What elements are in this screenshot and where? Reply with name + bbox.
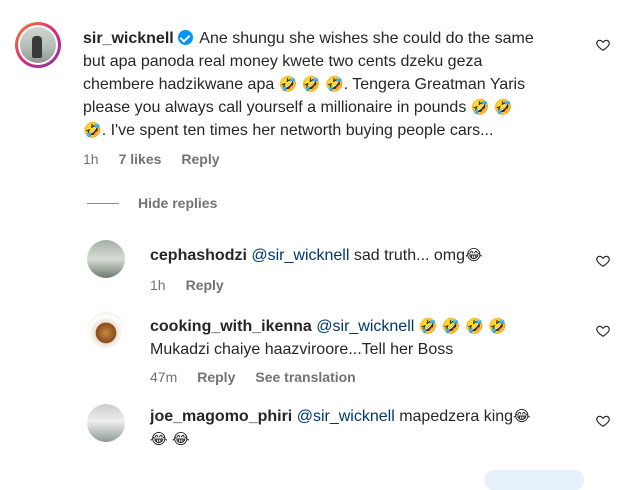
- reply-button[interactable]: Reply: [181, 151, 219, 167]
- comment-line-1: Ane shungu she wishes she could do the s…: [199, 30, 534, 47]
- likes-count[interactable]: 7 likes: [119, 151, 162, 167]
- comment-time: 1h: [83, 151, 99, 167]
- reply-text: Mukadzi chaiye haazviroore...Tell her Bo…: [150, 341, 454, 358]
- mention-link[interactable]: @sir_wicknell: [297, 408, 395, 425]
- reply-time: 47m: [150, 369, 178, 385]
- rofl-emoji: 🤣: [324, 75, 344, 93]
- main-comment-meta: 1h 7 likes Reply: [83, 151, 240, 167]
- rofl-emoji: 🤣: [470, 98, 490, 116]
- heart-icon[interactable]: [596, 38, 610, 52]
- mention-link[interactable]: @sir_wicknell: [251, 247, 349, 264]
- reply-button[interactable]: Reply: [197, 369, 235, 385]
- joy-emoji: 😂: [150, 430, 168, 448]
- reply-body: cephashodzi @sir_wicknell sad truth... o…: [150, 244, 570, 267]
- rofl-emoji: 🤣: [83, 121, 102, 139]
- heart-icon[interactable]: [596, 254, 610, 268]
- comment-line-2: but apa panoda real money kwete two cent…: [83, 53, 483, 70]
- comment-line-6: . I've spent ten times her networth buyi…: [101, 122, 494, 139]
- avatar-sir-wicknell[interactable]: [15, 22, 61, 68]
- main-comment-body: sir_wicknell Ane shungu she wishes she c…: [83, 27, 583, 142]
- rofl-emoji: 🤣: [493, 98, 513, 116]
- avatar-cooking-with-ikenna[interactable]: [87, 312, 125, 350]
- username[interactable]: cephashodzi: [150, 247, 247, 264]
- joy-emoji: 😂: [171, 430, 190, 448]
- avatar-cephashodzi[interactable]: [87, 240, 125, 278]
- comment-line-5: please you always call yourself a millio…: [83, 99, 467, 116]
- reply-meta: 1h Reply: [150, 277, 244, 293]
- avatar-joe-magomo-phiri[interactable]: [87, 404, 125, 442]
- rofl-emoji: 🤣: [418, 317, 438, 335]
- username[interactable]: cooking_with_ikenna: [150, 318, 312, 335]
- comment-line-3: chembere hadzikwane apa: [83, 76, 275, 93]
- heart-icon[interactable]: [596, 324, 610, 338]
- joy-emoji: 😂: [465, 246, 483, 264]
- verified-badge-icon: [177, 30, 193, 45]
- rofl-emoji: 🤣: [465, 317, 484, 335]
- reply-button[interactable]: Reply: [186, 277, 224, 293]
- reply-time: 1h: [150, 277, 166, 293]
- heart-icon[interactable]: [596, 414, 610, 428]
- comment-line-4: . Tengera Greatman Yaris: [343, 76, 526, 93]
- rofl-emoji: 🤣: [441, 317, 461, 335]
- mention-link[interactable]: @sir_wicknell: [316, 318, 414, 335]
- rofl-emoji: 🤣: [278, 75, 298, 93]
- reply-meta: 47m Reply See translation: [150, 369, 376, 385]
- hide-replies-button[interactable]: Hide replies: [138, 195, 217, 211]
- see-translation-button[interactable]: See translation: [255, 369, 355, 385]
- username[interactable]: sir_wicknell: [83, 30, 174, 47]
- username[interactable]: joe_magomo_phiri: [150, 408, 292, 425]
- reply-text: sad truth... omg: [353, 247, 466, 264]
- rofl-emoji: 🤣: [488, 317, 507, 335]
- reply-body: cooking_with_ikenna @sir_wicknell 🤣 🤣 🤣 …: [150, 315, 570, 361]
- rofl-emoji: 🤣: [301, 75, 321, 93]
- reply-text: mapedzera king: [399, 408, 514, 425]
- hide-replies-line: [87, 203, 119, 204]
- reply-body: joe_magomo_phiri @sir_wicknell mapedzera…: [150, 405, 570, 451]
- partial-button[interactable]: [484, 470, 584, 490]
- joy-emoji: 😂: [513, 407, 531, 425]
